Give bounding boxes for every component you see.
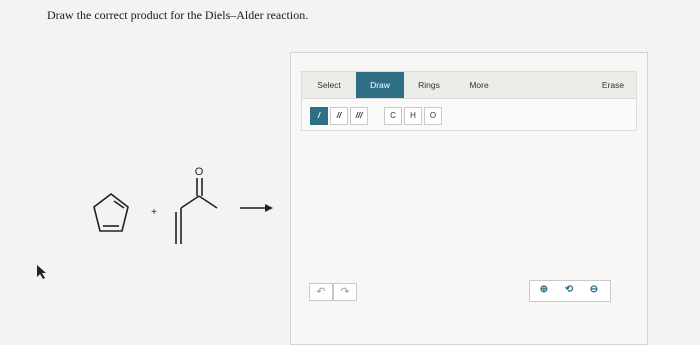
zoom-out-icon: ⊖ — [589, 284, 599, 295]
plus-sign: + — [151, 207, 157, 218]
reaction-scheme: + O — [93, 166, 273, 244]
tab-select[interactable]: Select — [302, 72, 356, 98]
hydrogen-atom-button[interactable]: H — [404, 107, 422, 125]
tab-erase[interactable]: Erase — [592, 72, 634, 98]
reaction-arrow — [240, 204, 273, 212]
draw-toolbar: / // /// C H O — [301, 99, 637, 131]
single-bond-button[interactable]: / — [310, 107, 328, 125]
mouse-cursor-icon — [37, 265, 46, 279]
oxygen-atom-button[interactable]: O — [424, 107, 442, 125]
cyclopentadiene-structure — [93, 192, 129, 232]
methyl-vinyl-ketone-structure — [175, 178, 218, 244]
zoom-in-icon: ⊕ — [539, 284, 549, 295]
carbon-atom-button[interactable]: C — [384, 107, 402, 125]
redo-icon: ↷ — [340, 286, 350, 298]
drawing-canvas[interactable] — [301, 131, 637, 341]
triple-bond-button[interactable]: /// — [350, 107, 368, 125]
redo-button[interactable]: ↷ — [333, 283, 357, 301]
molecule-editor: Select Draw Rings More Erase / // /// C … — [290, 52, 648, 345]
tab-draw[interactable]: Draw — [356, 72, 404, 98]
tab-more[interactable]: More — [454, 72, 504, 98]
zoom-in-button[interactable]: ⊕ — [534, 282, 554, 300]
undo-button[interactable]: ↶ — [309, 283, 333, 301]
tab-rings[interactable]: Rings — [404, 72, 454, 98]
undo-icon: ↶ — [316, 286, 326, 298]
zoom-out-button[interactable]: ⊖ — [584, 282, 604, 300]
zoom-controls: ⊕ ⟲ ⊖ — [529, 280, 611, 302]
editor-tab-bar: Select Draw Rings More Erase — [301, 71, 637, 99]
reset-view-button[interactable]: ⟲ — [559, 282, 579, 300]
double-bond-button[interactable]: // — [330, 107, 348, 125]
oxygen-label: O — [195, 166, 204, 178]
reset-view-icon: ⟲ — [564, 284, 574, 295]
